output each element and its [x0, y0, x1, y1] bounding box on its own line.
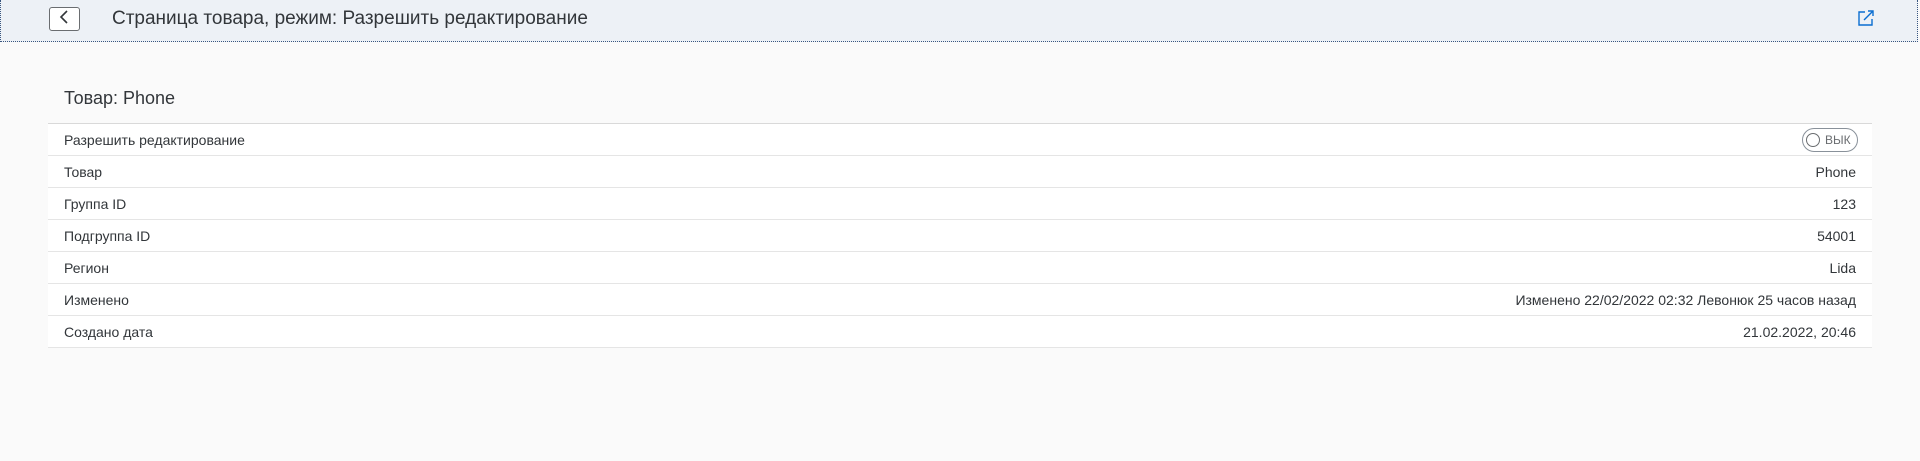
- row-label: Изменено: [64, 291, 129, 308]
- row-value: Lida: [1829, 259, 1856, 276]
- share-button[interactable]: [1855, 9, 1877, 31]
- shell-header: Страница товара, режим: Разрешить редакт…: [0, 0, 1918, 42]
- chevron-left-icon: [59, 9, 71, 29]
- form-row-modified: Изменено Изменено 22/02/2022 02:32 Левон…: [48, 284, 1872, 316]
- row-label: Создано дата: [64, 323, 153, 340]
- switch-knob: [1806, 132, 1820, 147]
- form-row-region: Регион Lida: [48, 252, 1872, 284]
- form-row-group-id: Группа ID 123: [48, 188, 1872, 220]
- page-title: Страница товара, режим: Разрешить редакт…: [112, 8, 588, 29]
- form-row-allow-edit: Разрешить редактирование ВЫК: [48, 124, 1872, 156]
- allow-edit-switch[interactable]: ВЫК: [1802, 127, 1858, 152]
- product-details-form: Разрешить редактирование ВЫК Товар Phone…: [48, 123, 1872, 348]
- row-label: Товар: [64, 163, 103, 180]
- row-value: 54001: [1817, 227, 1856, 244]
- back-button[interactable]: [49, 7, 80, 31]
- row-label: Подгруппа ID: [64, 227, 151, 244]
- form-row-product: Товар Phone: [48, 156, 1872, 188]
- row-value: Изменено 22/02/2022 02:32 Левонюк 25 час…: [1515, 291, 1856, 308]
- row-value: 21.02.2022, 20:46: [1743, 323, 1856, 340]
- object-title: Товар: Phone: [64, 88, 176, 108]
- form-row-subgroup-id: Подгруппа ID 54001: [48, 220, 1872, 252]
- row-value: 123: [1832, 195, 1856, 212]
- row-label: Регион: [64, 259, 109, 276]
- row-value: Phone: [1815, 163, 1856, 180]
- switch-state-text: ВЫК: [1825, 132, 1851, 147]
- allow-edit-label: Разрешить редактирование: [64, 131, 245, 148]
- form-row-created-date: Создано дата 21.02.2022, 20:46: [48, 316, 1872, 348]
- share-icon: [1857, 9, 1875, 32]
- row-label: Группа ID: [64, 195, 127, 212]
